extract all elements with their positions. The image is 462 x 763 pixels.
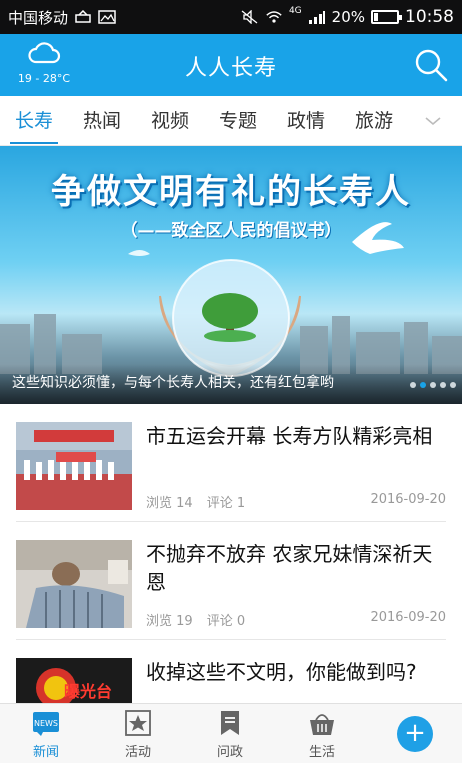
- svg-text:NEWS: NEWS: [34, 719, 58, 728]
- news-title: 不抛弃不放弃 农家兄妹情深祈天恩: [146, 542, 433, 594]
- chevron-down-icon: [425, 116, 441, 125]
- patient-photo: [16, 540, 132, 628]
- app-title: 人人长寿: [184, 56, 277, 81]
- tab-label: 旅游: [354, 109, 393, 132]
- nav-label: 活动: [124, 744, 151, 760]
- bottom-navigation: NEWS 新闻 活动 问政 生活 +: [0, 703, 462, 763]
- tab-label: 政情: [286, 109, 325, 132]
- news-icon: NEWS: [33, 711, 59, 736]
- tab-politics[interactable]: 政情: [272, 96, 340, 146]
- view-count: 浏览 19: [146, 614, 193, 629]
- news-item[interactable]: 不抛弃不放弃 农家兄妹情深祈天恩 浏览 19 评论 0 2016-09-20: [16, 522, 446, 640]
- nav-label: 新闻: [32, 744, 59, 760]
- battery-percent: 20%: [331, 8, 365, 26]
- tab-label: 长寿: [14, 109, 53, 132]
- network-type-label: 4G: [288, 6, 302, 16]
- fab-container: +: [368, 704, 462, 763]
- mute-icon: [241, 10, 258, 24]
- carousel-dot-active[interactable]: [420, 382, 426, 388]
- nav-label: 问政: [216, 744, 243, 760]
- nav-inquiry[interactable]: 问政: [184, 704, 276, 763]
- status-bar: 中国移动 4G 20% 10:58: [0, 0, 462, 34]
- add-button[interactable]: +: [397, 715, 433, 752]
- news-meta: 浏览 19 评论 0 2016-09-20: [146, 610, 446, 629]
- battery-icon: [371, 10, 402, 24]
- signal-icon: [308, 11, 325, 24]
- banner-carousel[interactable]: 争做文明有礼的长寿人 （——致全区人民的倡议书） 这些知识必须懂，与每个长寿人相…: [0, 146, 462, 404]
- basket-icon: [310, 713, 334, 735]
- nav-news[interactable]: NEWS 新闻: [0, 704, 92, 763]
- tab-label: 热闻: [82, 109, 121, 132]
- tab-label: 专题: [218, 109, 257, 132]
- app-header: 19 - 28°C 人人长寿: [0, 34, 462, 96]
- news-thumbnail: [16, 540, 132, 628]
- carousel-dot[interactable]: [430, 382, 436, 388]
- plus-icon: +: [404, 717, 426, 748]
- search-icon[interactable]: [412, 46, 450, 84]
- category-tabs: 长寿 热闻 视频 专题 政情 旅游: [0, 96, 462, 146]
- tab-hot-news[interactable]: 热闻: [68, 96, 136, 146]
- news-item[interactable]: 市五运会开幕 长寿方队精彩亮相 浏览 14 评论 1 2016-09-20: [16, 404, 446, 522]
- tab-changshou[interactable]: 长寿: [0, 96, 68, 146]
- thumbnail-label: 曝光台: [64, 682, 113, 701]
- news-title: 市五运会开幕 长寿方队精彩亮相: [146, 424, 433, 448]
- carousel-dot[interactable]: [440, 382, 446, 388]
- banner-subheadline: （——致全区人民的倡议书）: [120, 221, 342, 241]
- carousel-dot[interactable]: [410, 382, 416, 388]
- usb-icon: [75, 10, 91, 23]
- tab-topics[interactable]: 专题: [204, 96, 272, 146]
- tabs-expand-button[interactable]: [408, 96, 458, 146]
- banner-headline: 争做文明有礼的长寿人: [51, 172, 411, 212]
- news-meta: 浏览 14 评论 1 2016-09-20: [146, 492, 446, 511]
- carousel-dot[interactable]: [450, 382, 456, 388]
- nav-life[interactable]: 生活: [276, 704, 368, 763]
- news-thumbnail: [16, 422, 132, 510]
- tab-label: 视频: [150, 109, 189, 132]
- tab-travel[interactable]: 旅游: [340, 96, 408, 146]
- news-title: 收掉这些不文明，你能做到吗?: [146, 660, 417, 684]
- carrier-label: 中国移动: [8, 8, 69, 27]
- view-count: 浏览 14: [146, 496, 193, 511]
- wifi-icon: [266, 11, 282, 23]
- clock: 10:58: [405, 7, 454, 27]
- parade-photo: [16, 422, 132, 510]
- nav-label: 生活: [308, 744, 335, 760]
- bookmark-icon: [221, 710, 239, 735]
- news-date: 2016-09-20: [370, 610, 446, 625]
- star-icon: [125, 709, 151, 736]
- comment-count: 评论 1: [206, 496, 246, 511]
- nav-activities[interactable]: 活动: [92, 704, 184, 763]
- news-date: 2016-09-20: [370, 492, 446, 507]
- tab-video[interactable]: 视频: [136, 96, 204, 146]
- image-icon: [98, 10, 116, 24]
- carousel-indicator: [410, 382, 456, 388]
- banner-caption: 这些知识必须懂，与每个长寿人相关，还有红包拿哟: [12, 375, 334, 391]
- comment-count: 评论 0: [206, 614, 246, 629]
